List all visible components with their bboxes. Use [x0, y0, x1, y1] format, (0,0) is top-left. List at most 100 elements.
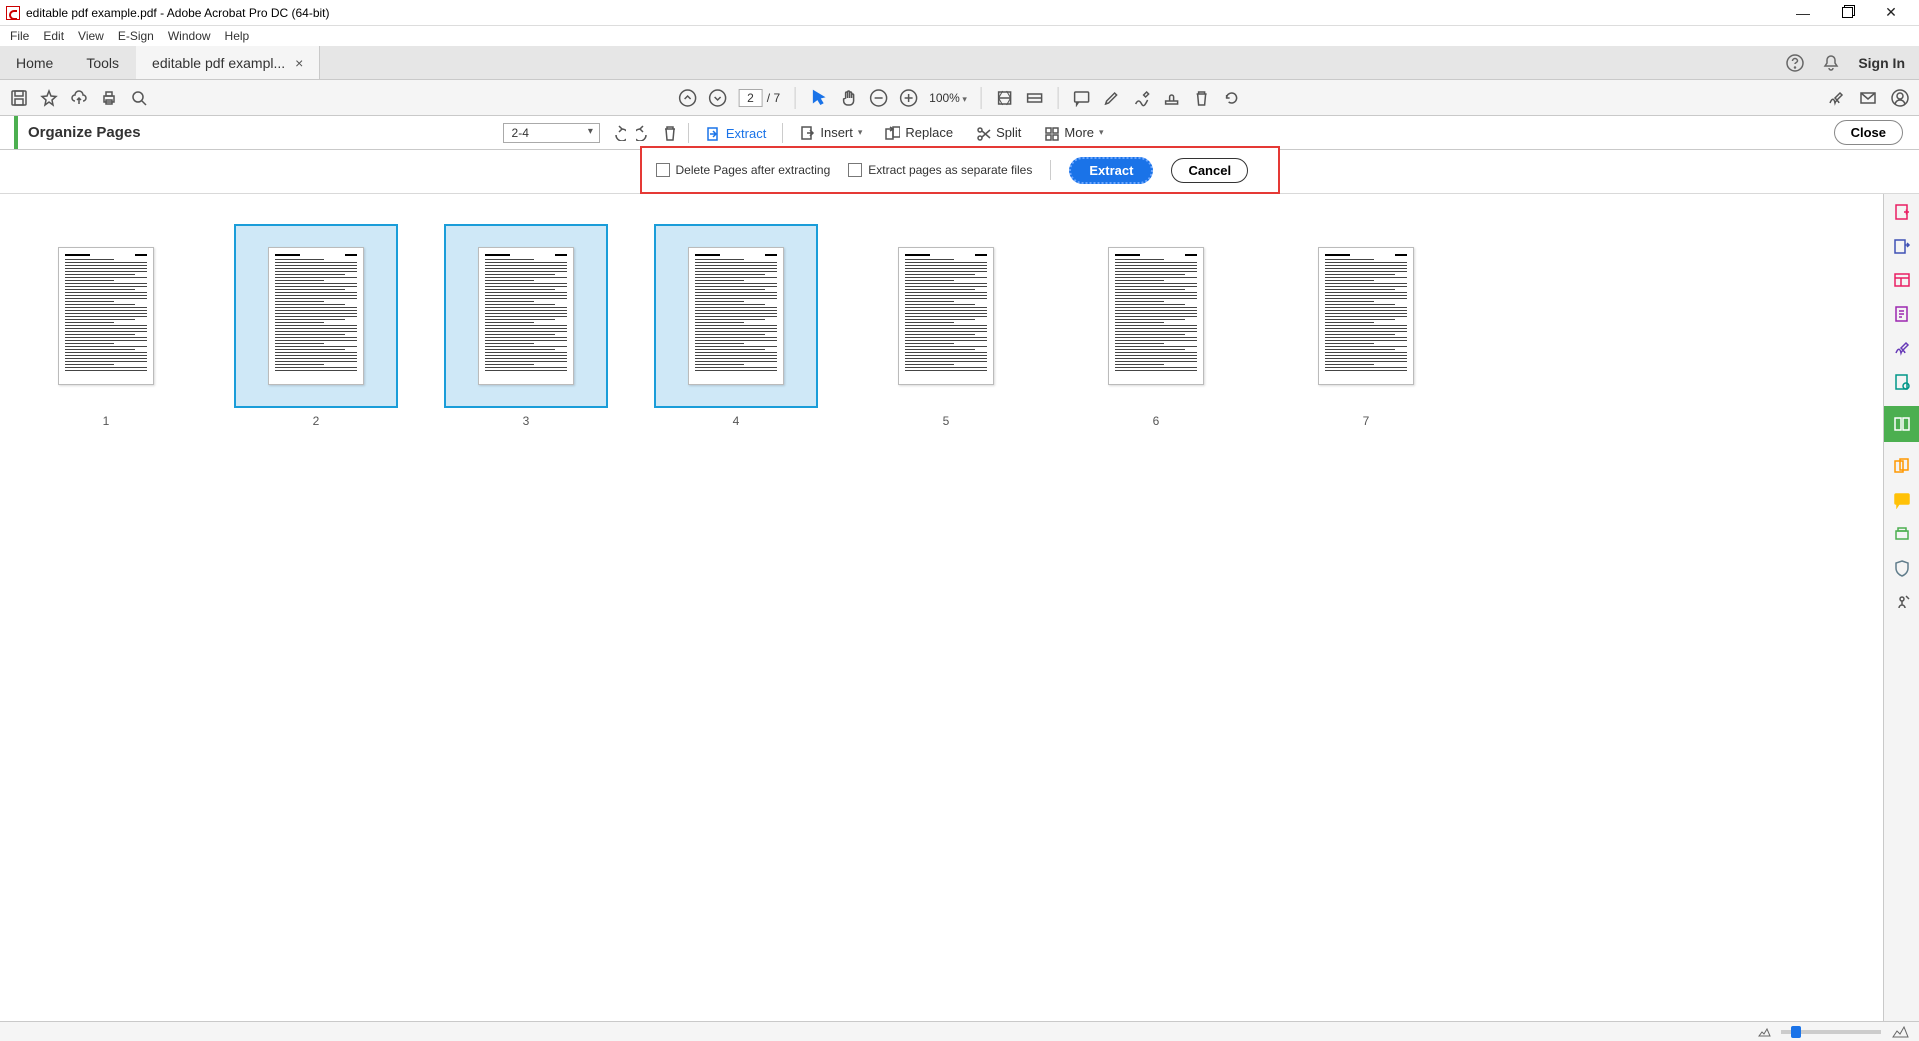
page-thumbnail[interactable]: 1 — [6, 224, 206, 428]
main-toolbar: 2 / 7 100% — [0, 80, 1919, 116]
page-thumbnail[interactable]: 2 — [216, 224, 416, 428]
minimize-button[interactable]: — — [1781, 1, 1825, 25]
stamp-icon[interactable] — [1163, 89, 1181, 107]
right-tools-panel — [1883, 194, 1919, 1021]
delete-after-checkbox[interactable]: Delete Pages after extracting — [656, 163, 831, 177]
close-organize-button[interactable]: Close — [1834, 120, 1903, 145]
close-window-button[interactable]: ✕ — [1869, 1, 1913, 25]
thumbnail-strip[interactable]: 12 3 4 5 67 — [0, 194, 1883, 1021]
export-pdf-icon[interactable] — [1892, 236, 1912, 256]
rotate-left-icon[interactable] — [610, 125, 626, 141]
menu-edit[interactable]: Edit — [37, 27, 70, 45]
create-pdf-icon[interactable] — [1892, 202, 1912, 222]
window-controls: — ✕ — [1781, 1, 1913, 25]
add-comment-icon[interactable] — [1892, 490, 1912, 510]
rotate-icon[interactable] — [1223, 89, 1241, 107]
page-indicator: 2 / 7 — [738, 89, 780, 107]
more-tool-button[interactable]: More — [1037, 121, 1109, 145]
cloud-upload-icon[interactable] — [70, 89, 88, 107]
menu-view[interactable]: View — [72, 27, 110, 45]
tab-home[interactable]: Home — [0, 46, 70, 79]
compress-icon[interactable] — [1892, 372, 1912, 392]
fit-width-icon[interactable] — [996, 89, 1014, 107]
sign-icon[interactable] — [1892, 338, 1912, 358]
replace-tool-button[interactable]: Replace — [878, 121, 959, 145]
page-number: 3 — [523, 414, 530, 428]
zoom-out-icon[interactable] — [869, 89, 887, 107]
organize-header: Organize Pages 2-4 Extract Insert Replac… — [0, 116, 1919, 150]
cancel-button[interactable]: Cancel — [1171, 158, 1248, 183]
separate-files-label: Extract pages as separate files — [868, 163, 1032, 177]
edit-pdf-icon[interactable] — [1892, 304, 1912, 324]
menu-window[interactable]: Window — [162, 27, 217, 45]
print-icon[interactable] — [100, 89, 118, 107]
page-current-input[interactable]: 2 — [738, 89, 763, 107]
thumb-size-small-icon[interactable] — [1757, 1025, 1771, 1039]
page-thumbnail[interactable]: 5 — [846, 224, 1046, 428]
draw-icon[interactable] — [1133, 89, 1151, 107]
thumbnail-size-slider[interactable] — [1781, 1030, 1881, 1034]
page-thumbnail[interactable]: 3 — [426, 224, 626, 428]
page-thumbnail[interactable]: 7 — [1266, 224, 1466, 428]
pointer-icon[interactable] — [809, 89, 827, 107]
page-total: / 7 — [767, 91, 780, 105]
page-down-icon[interactable] — [708, 89, 726, 107]
page-thumbnail[interactable]: 6 — [1056, 224, 1256, 428]
tab-row: Home Tools editable pdf exampl... × Sign… — [0, 46, 1919, 80]
combine-icon[interactable] — [1892, 456, 1912, 476]
rotate-right-icon[interactable] — [636, 125, 652, 141]
window-title: editable pdf example.pdf - Adobe Acrobat… — [26, 6, 330, 20]
sign-in-button[interactable]: Sign In — [1858, 55, 1905, 71]
search-icon[interactable] — [130, 89, 148, 107]
insert-tool-button[interactable]: Insert — [793, 121, 868, 145]
star-icon[interactable] — [40, 89, 58, 107]
trash-icon[interactable] — [1193, 89, 1211, 107]
menu-esign[interactable]: E-Sign — [112, 27, 160, 45]
delete-page-icon[interactable] — [662, 125, 678, 141]
menubar: File Edit View E-Sign Window Help — [0, 26, 1919, 46]
organize-pages-icon[interactable] — [1884, 406, 1919, 442]
bottom-bar — [0, 1021, 1919, 1041]
hand-icon[interactable] — [839, 89, 857, 107]
help-icon[interactable] — [1786, 54, 1804, 72]
delete-after-label: Delete Pages after extracting — [676, 163, 831, 177]
slider-knob[interactable] — [1791, 1026, 1801, 1038]
layout-icon[interactable] — [1892, 270, 1912, 290]
page-range-select[interactable]: 2-4 — [503, 123, 600, 143]
protect-icon[interactable] — [1892, 558, 1912, 578]
tab-document[interactable]: editable pdf exampl... × — [136, 46, 320, 79]
menu-help[interactable]: Help — [219, 27, 256, 45]
page-number: 5 — [943, 414, 950, 428]
thumbnail-frame — [444, 224, 608, 408]
separate-files-checkbox[interactable]: Extract pages as separate files — [848, 163, 1032, 177]
profile-icon[interactable] — [1891, 89, 1909, 107]
acrobat-icon — [6, 6, 20, 20]
split-label: Split — [996, 125, 1021, 140]
fit-page-icon[interactable] — [1026, 89, 1044, 107]
signature-icon[interactable] — [1827, 89, 1845, 107]
tab-tools-label: Tools — [86, 55, 119, 71]
menu-file[interactable]: File — [4, 27, 35, 45]
scan-icon[interactable] — [1892, 524, 1912, 544]
highlight-icon[interactable] — [1103, 89, 1121, 107]
zoom-level[interactable]: 100% — [929, 91, 967, 105]
extract-button[interactable]: Extract — [1069, 157, 1153, 184]
bell-icon[interactable] — [1822, 54, 1840, 72]
tab-tools[interactable]: Tools — [70, 46, 136, 79]
split-icon — [975, 125, 991, 141]
zoom-in-icon[interactable] — [899, 89, 917, 107]
tab-close-icon[interactable]: × — [295, 55, 303, 71]
save-icon[interactable] — [10, 89, 28, 107]
page-thumbnail[interactable]: 4 — [636, 224, 836, 428]
page-number: 4 — [733, 414, 740, 428]
page-preview — [58, 247, 154, 385]
more-tools-icon[interactable] — [1892, 592, 1912, 612]
split-tool-button[interactable]: Split — [969, 121, 1027, 145]
maximize-button[interactable] — [1825, 1, 1869, 25]
page-up-icon[interactable] — [678, 89, 696, 107]
comment-icon[interactable] — [1073, 89, 1091, 107]
thumb-size-large-icon[interactable] — [1891, 1023, 1909, 1041]
insert-label: Insert — [820, 125, 853, 140]
mail-icon[interactable] — [1859, 89, 1877, 107]
more-icon — [1043, 125, 1059, 141]
